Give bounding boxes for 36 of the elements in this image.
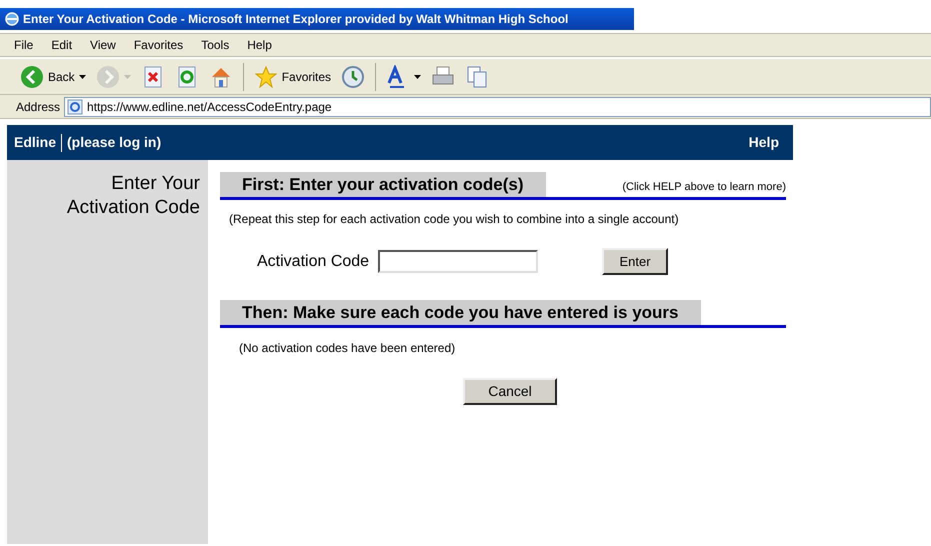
cancel-button[interactable]: Cancel [463, 378, 557, 405]
page-e-icon [67, 98, 84, 114]
address-field[interactable]: https://www.edline.net/AccessCodeEntry.page [64, 96, 931, 116]
back-button[interactable]: Back [20, 64, 86, 88]
repeat-note: (Repeat this step for each activation code you wish to combine into a single account) [229, 211, 680, 228]
menu-item[interactable]: Edit [51, 36, 72, 54]
brand-name: Edline [14, 133, 56, 152]
menu-item[interactable]: File [14, 36, 34, 54]
menu-item[interactable]: Favorites [134, 36, 184, 54]
pages-icon [465, 64, 490, 88]
enter-button[interactable]: Enter [602, 248, 668, 275]
menu-item[interactable]: Tools [201, 36, 230, 54]
help-hint: (Click HELP above to learn more) [622, 180, 786, 194]
menu-item[interactable]: View [90, 36, 116, 54]
font-button[interactable] [386, 64, 422, 88]
browser-logo-icon [4, 11, 20, 27]
sidebar-heading: Enter Your [111, 172, 200, 196]
caret-icon [124, 74, 131, 78]
history-button[interactable] [341, 64, 366, 88]
login-status: (please log in) [67, 133, 162, 152]
caret-icon [414, 74, 422, 78]
section-heading: Then: Make sure each code you have entered is yours [220, 300, 700, 325]
copy-button[interactable] [465, 64, 490, 88]
window-title: Enter Your Activation Code - Microsoft Internet Explorer provided by Walt Whitman High School [23, 11, 568, 28]
help-link[interactable]: Help [748, 132, 779, 153]
clock-icon [341, 64, 366, 88]
activation-code-field[interactable] [378, 250, 538, 273]
caret-icon [78, 74, 86, 78]
field-label: Activation Code [257, 252, 370, 272]
address-label: Address [16, 98, 60, 116]
sidebar-heading: Activation Code [66, 196, 200, 220]
star-icon [254, 64, 278, 88]
menu-item[interactable]: Help [247, 36, 272, 54]
favorites-button[interactable]: Favorites [254, 64, 332, 88]
section-heading: First: Enter your activation code(s) [220, 172, 546, 197]
empty-note: (No activation codes have been entered) [239, 340, 456, 357]
